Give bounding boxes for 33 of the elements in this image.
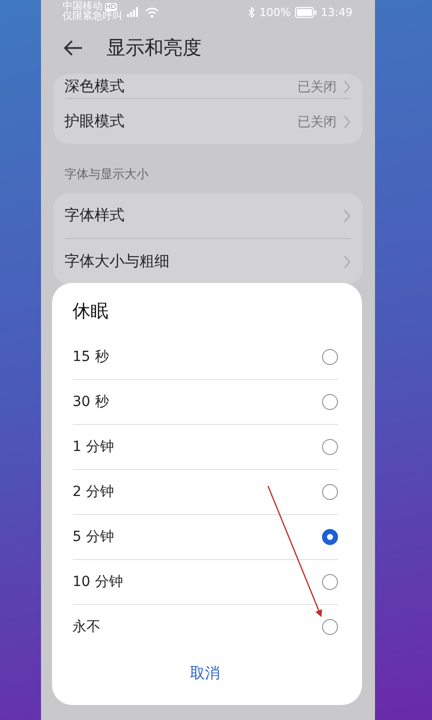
option-row[interactable]: 1 分钟 xyxy=(72,425,338,470)
radio-button[interactable] xyxy=(322,394,338,410)
option-row[interactable]: 30 秒 xyxy=(72,380,338,425)
row-value: 已关闭 xyxy=(298,79,336,96)
chevron-icon xyxy=(342,114,350,128)
radio-button[interactable] xyxy=(322,349,338,365)
option-row[interactable]: 15 秒 xyxy=(72,335,338,380)
row-value: 已关闭 xyxy=(298,114,336,130)
dialog-title: 休眠 xyxy=(72,300,110,324)
radio-button[interactable] xyxy=(322,529,338,545)
signal-icon xyxy=(126,7,140,17)
page-title: 显示和亮度 xyxy=(106,36,202,61)
option-row[interactable]: 永不 xyxy=(72,605,338,649)
settings-row[interactable]: 字体样式 xyxy=(64,193,350,239)
chevron-icon xyxy=(342,254,350,268)
radio-button[interactable] xyxy=(322,484,338,500)
bluetooth-icon xyxy=(248,6,256,18)
settings-row[interactable]: 深色模式 已关闭 xyxy=(64,74,350,99)
option-row[interactable]: 5 分钟 xyxy=(72,515,338,560)
radio-button[interactable] xyxy=(322,439,338,455)
wifi-icon xyxy=(144,6,158,18)
back-arrow-icon xyxy=(62,40,82,56)
option-row[interactable]: 10 分钟 xyxy=(72,560,338,605)
chevron-icon xyxy=(342,80,350,94)
battery-icon xyxy=(294,6,317,18)
section-heading: 字体与显示大小 xyxy=(64,166,150,183)
settings-row[interactable]: 字体大小与粗细 xyxy=(64,239,350,284)
option-row[interactable]: 2 分钟 xyxy=(72,470,338,515)
settings-row[interactable]: 护眼模式 已关闭 xyxy=(64,99,350,144)
chevron-icon xyxy=(342,208,350,222)
radio-button[interactable] xyxy=(322,619,338,635)
cancel-button[interactable]: 取消 xyxy=(184,663,226,684)
radio-button[interactable] xyxy=(322,574,338,590)
